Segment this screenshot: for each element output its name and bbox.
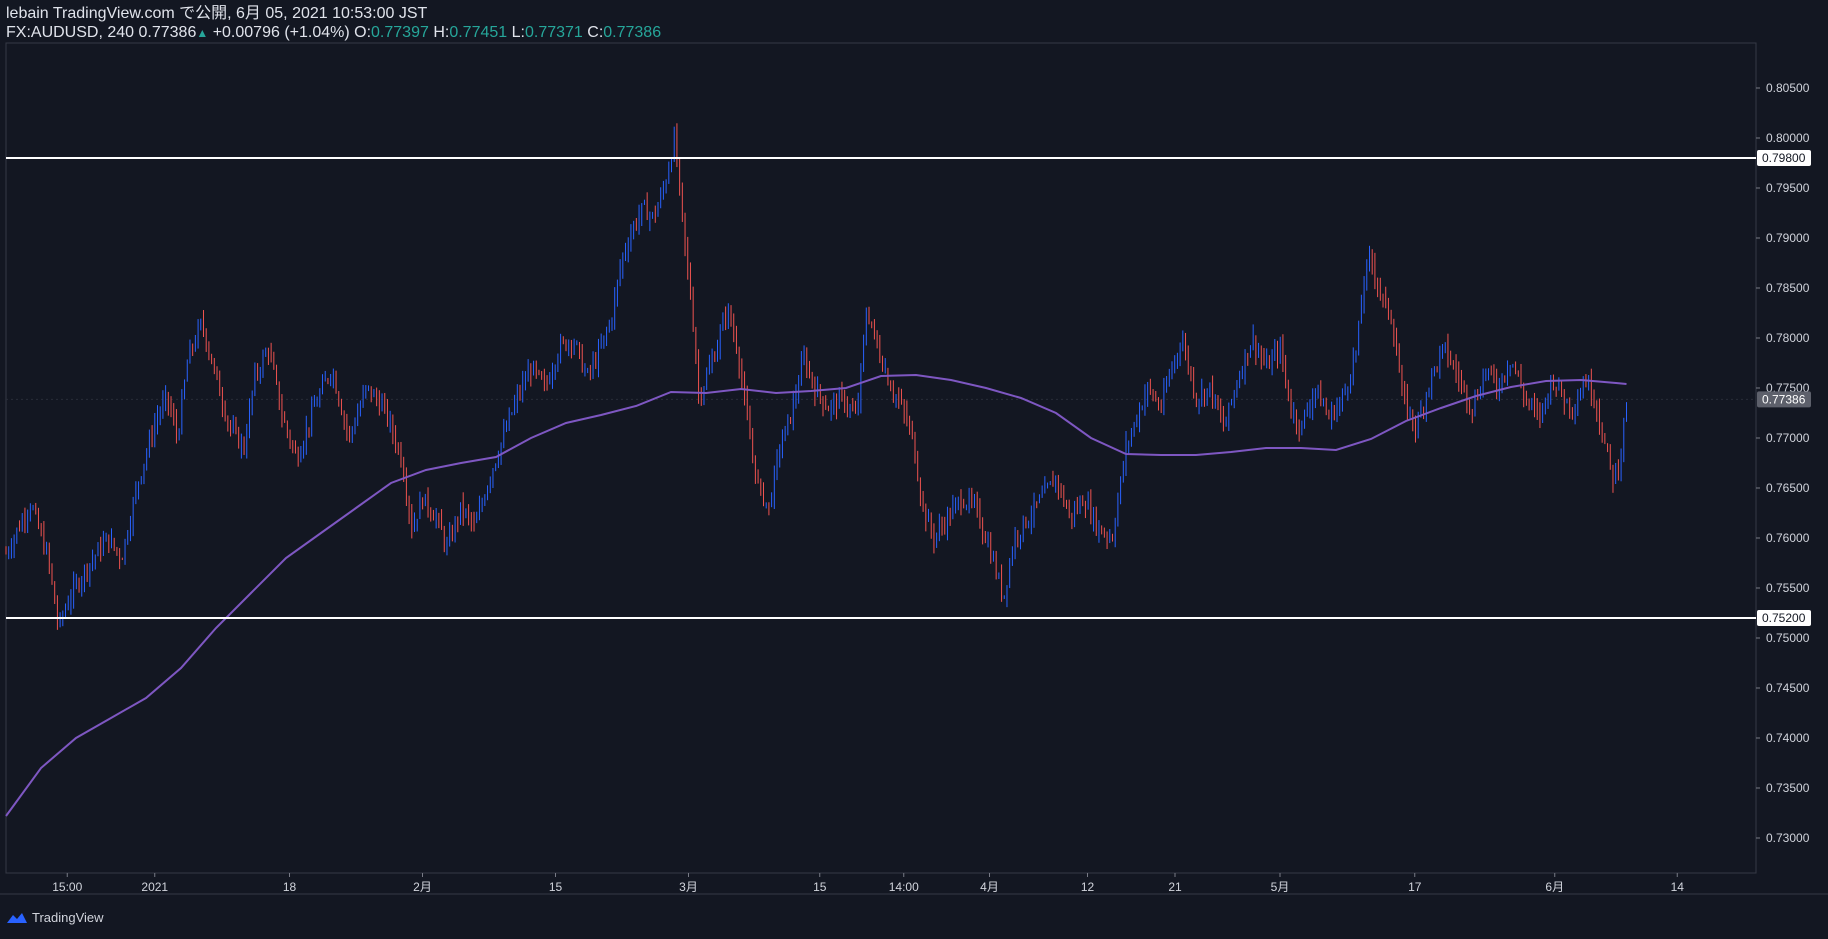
plot-frame: [5, 42, 1757, 874]
price-chart[interactable]: 0.80500 0.80000 0.79500 0.79000 0.78500 0.780…: [0, 0, 1828, 939]
y-tick-label: 0.75500: [1766, 581, 1810, 595]
x-tick-label: 2021: [141, 880, 168, 894]
y-tick-label: 0.73500: [1766, 781, 1810, 795]
x-tick-label: 6月: [1545, 880, 1564, 894]
level-label: 0.79800: [1762, 151, 1806, 165]
x-tick-label: 21: [1168, 880, 1182, 894]
y-tick-label: 0.80500: [1766, 81, 1810, 95]
y-tick-label: 0.79000: [1766, 231, 1810, 245]
y-tick-label: 0.74500: [1766, 681, 1810, 695]
moving-average-line: [5, 373, 1627, 817]
x-tick-label: 14:00: [889, 880, 919, 894]
x-tick-label: 14: [1671, 880, 1685, 894]
y-tick-label: 0.76500: [1766, 481, 1810, 495]
y-tick-label: 0.79500: [1766, 181, 1810, 195]
x-tick-label: 18: [283, 880, 297, 894]
y-tick-label: 0.77000: [1766, 431, 1810, 445]
y-tick-label: 0.76000: [1766, 531, 1810, 545]
y-tick-label: 0.80000: [1766, 131, 1810, 145]
x-tick-label: 12: [1081, 880, 1095, 894]
x-tick-label: 3月: [679, 880, 698, 894]
y-tick-label: 0.78500: [1766, 281, 1810, 295]
y-tick-label: 0.73000: [1766, 831, 1810, 845]
y-tick-label: 0.78000: [1766, 331, 1810, 345]
tradingview-logo-icon: [7, 912, 27, 923]
y-tick-label: 0.75000: [1766, 631, 1810, 645]
x-tick-label: 4月: [980, 880, 999, 894]
y-tick-label: 0.74000: [1766, 731, 1810, 745]
x-tick-label: 15: [549, 880, 563, 894]
x-tick-label: 2月: [413, 880, 432, 894]
x-tick-label: 5月: [1271, 880, 1290, 894]
x-tick-label: 15:00: [52, 880, 82, 894]
x-tick-label: 15: [813, 880, 827, 894]
last-price-label: 0.77386: [1762, 392, 1806, 406]
level-label: 0.75200: [1762, 611, 1806, 625]
x-tick-label: 17: [1408, 880, 1422, 894]
footer: TradingView: [6, 910, 104, 925]
footer-brand[interactable]: TradingView: [32, 910, 104, 925]
